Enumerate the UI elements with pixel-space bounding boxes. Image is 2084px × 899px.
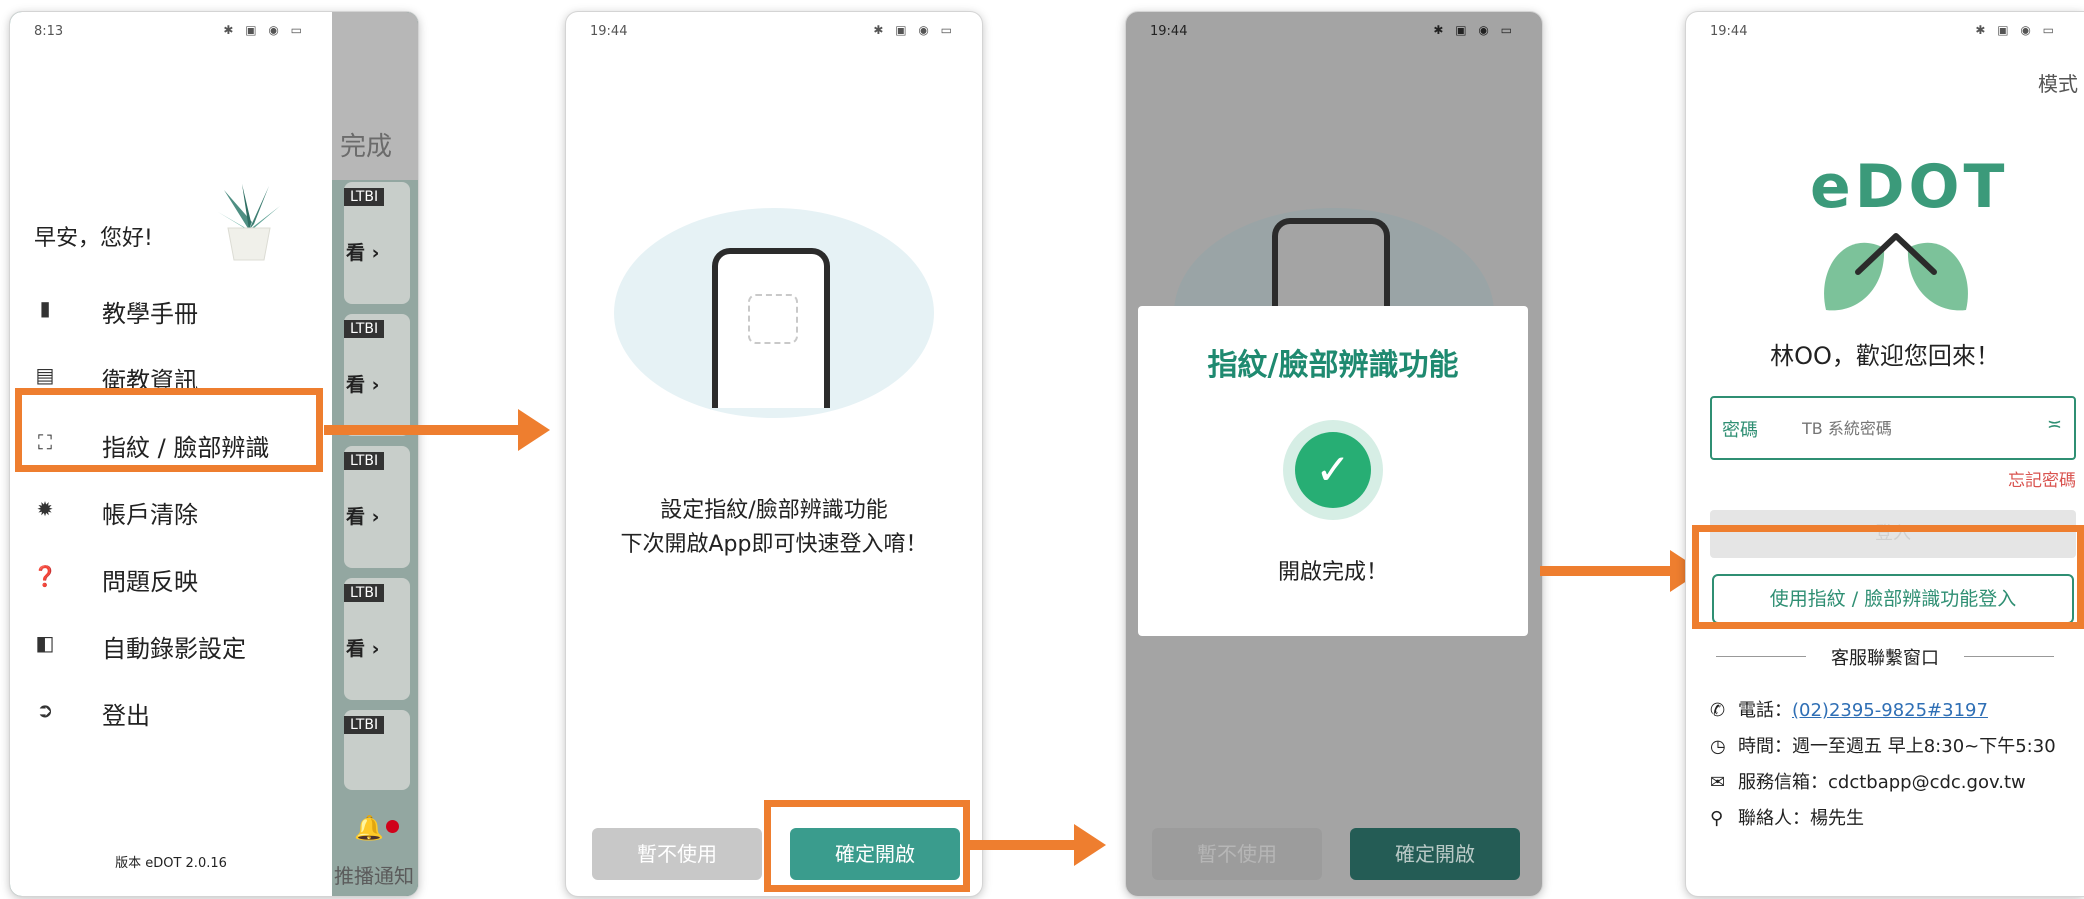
dialog-title: 指紋/臉部辨識功能: [1207, 348, 1459, 383]
background-card: LTBI 看 ›: [344, 578, 410, 700]
background-card: LTBI 看 ›: [344, 446, 410, 568]
camera-icon: ◧: [35, 631, 55, 655]
flow-arrow: [1540, 550, 1702, 592]
ltbi-tag: LTBI: [344, 716, 385, 734]
message-line: 設定指紋/臉部辨識功能: [660, 498, 888, 523]
check-icon: ✓: [1295, 432, 1371, 508]
menu-item-clear-account[interactable]: ✹ 帳戶清除: [32, 485, 322, 535]
status-time: 19:44: [590, 24, 628, 39]
view-label: 看 ›: [346, 638, 380, 660]
menu-label: 問題反映: [102, 568, 198, 596]
phone-icon: ✆: [1710, 700, 1726, 721]
background-notice-tab: 推播通知: [334, 864, 414, 888]
phone-number-link[interactable]: (02)2395-9825#3197: [1792, 700, 1988, 721]
menu-item-logout[interactable]: ➲ 登出: [32, 686, 322, 736]
password-label: 密碼: [1722, 420, 1758, 441]
message-line: 下次開啟App即可快速登入唷！: [620, 532, 928, 557]
gear-icon: ✹: [36, 497, 54, 521]
menu-label: 自動錄影設定: [102, 635, 246, 663]
notification-dot: [386, 820, 399, 833]
flow-arrow: [970, 824, 1106, 866]
view-label: 看 ›: [346, 242, 380, 264]
status-icons: ✱ ▣ ◉ ▭: [223, 23, 306, 37]
flow-arrow: [324, 409, 550, 451]
highlight-box: [1692, 525, 2084, 629]
menu-label: 登出: [102, 702, 150, 730]
highlight-box: [15, 388, 323, 472]
contact-text: 聯絡人：楊先生: [1738, 808, 1864, 829]
status-bar: 19:44 ✱ ▣ ◉ ▭: [1686, 12, 2084, 50]
password-field[interactable]: 密碼 ≍: [1710, 396, 2076, 460]
not-now-button: 暫不使用: [1152, 828, 1322, 880]
mail-icon: ✉: [1710, 772, 1726, 793]
info-icon: ▤: [35, 363, 55, 387]
status-bar: 19:44 ✱ ▣ ◉ ▭: [566, 12, 982, 50]
greeting-text: 早安，您好!: [34, 226, 153, 251]
menu-label: 教學手冊: [102, 300, 198, 328]
edot-logo: eDOT: [1810, 152, 2009, 222]
dialog-message: 開啟完成！: [1277, 560, 1388, 585]
phone-info: ✆ 電話：(02)2395-9825#3197: [1710, 696, 1988, 722]
face-id-icon: [748, 294, 798, 344]
phone-label: 電話：: [1738, 700, 1792, 721]
ltbi-tag: LTBI: [344, 188, 385, 206]
plant-illustration: [218, 184, 280, 261]
menu-label: 帳戶清除: [102, 501, 198, 529]
logout-icon: ➲: [36, 698, 54, 722]
clock-icon: ◷: [1710, 736, 1726, 757]
email-text: 服務信箱：cdctbapp@cdc.gov.tw: [1738, 772, 2026, 793]
contact-info: ⚲ 聯絡人：楊先生: [1710, 804, 1864, 830]
background-done-label: 完成: [340, 132, 393, 162]
status-icons: ✱ ▣ ◉ ▭: [873, 23, 956, 37]
forgot-password-link[interactable]: 忘記密碼: [2008, 466, 2076, 491]
phone-illustration: [712, 248, 830, 408]
password-input[interactable]: [1800, 412, 2024, 444]
status-bar: 19:44 ✱ ▣ ◉ ▭: [1126, 12, 1542, 50]
view-label: 看 ›: [346, 506, 380, 528]
service-title: 客服聯繫窗口: [1831, 648, 1939, 669]
status-time: 8:13: [34, 24, 64, 39]
confirm-enable-button: 確定開啟: [1350, 828, 1520, 880]
menu-item-auto-record[interactable]: ◧ 自動錄影設定: [32, 619, 322, 669]
book-icon: ▮: [39, 296, 51, 320]
ltbi-tag: LTBI: [344, 584, 385, 602]
phone-screen-setup: 19:44 ✱ ▣ ◉ ▭ 設定指紋/臉部辨識功能 下次開啟App即可快速登入唷…: [566, 12, 982, 896]
status-icons: ✱ ▣ ◉ ▭: [1433, 23, 1516, 37]
not-now-button[interactable]: 暫不使用: [592, 828, 762, 880]
phone-screen-login: 19:44 ✱ ▣ ◉ ▭ 模式 eDOT 林OO，歡迎您回來！ 密碼 ≍ 忘記…: [1686, 12, 2084, 896]
ltbi-tag: LTBI: [344, 320, 385, 338]
menu-item-feedback[interactable]: ❓ 問題反映: [32, 552, 322, 602]
hours-info: ◷ 時間：週一至週五 早上8:30~下午5:30: [1710, 732, 2056, 758]
status-bar: 8:13 ✱ ▣ ◉ ▭: [10, 12, 332, 50]
welcome-text: 林OO，歡迎您回來！: [1770, 342, 2000, 370]
success-check: ✓: [1283, 420, 1383, 520]
lung-leaves-logo: [1824, 233, 1968, 311]
ltbi-tag: LTBI: [344, 452, 385, 470]
bell-icon: 🔔: [354, 814, 384, 842]
setup-message: 設定指紋/臉部辨識功能 下次開啟App即可快速登入唷！: [566, 494, 982, 562]
view-label: 看 ›: [346, 374, 380, 396]
menu-item-tutorial[interactable]: ▮ 教學手冊: [32, 284, 322, 334]
person-icon: ⚲: [1710, 808, 1724, 829]
hours-text: 時間：週一至週五 早上8:30~下午5:30: [1738, 736, 2056, 757]
highlight-box: [764, 800, 970, 892]
background-card: LTBI 看 ›: [344, 314, 410, 436]
email-info: ✉ 服務信箱：cdctbapp@cdc.gov.tw: [1710, 768, 2026, 794]
status-icons: ✱ ▣ ◉ ▭: [1975, 23, 2058, 37]
status-time: 19:44: [1150, 24, 1188, 39]
version-label: 版本 eDOT 2.0.16: [115, 856, 227, 871]
question-icon: ❓: [32, 564, 58, 588]
background-card: LTBI: [344, 710, 410, 790]
mode-link[interactable]: 模式: [2038, 68, 2078, 97]
status-time: 19:44: [1710, 24, 1748, 39]
phone-screen-complete: 19:44 ✱ ▣ ◉ ▭ 指紋/臉部辨識功能 ✓ 開啟完成！ 暫不使用 確定開…: [1126, 12, 1542, 896]
success-dialog: 指紋/臉部辨識功能 ✓ 開啟完成！: [1138, 306, 1528, 636]
background-card: LTBI 看 ›: [344, 182, 410, 304]
eye-closed-icon[interactable]: ≍: [2047, 414, 2062, 435]
